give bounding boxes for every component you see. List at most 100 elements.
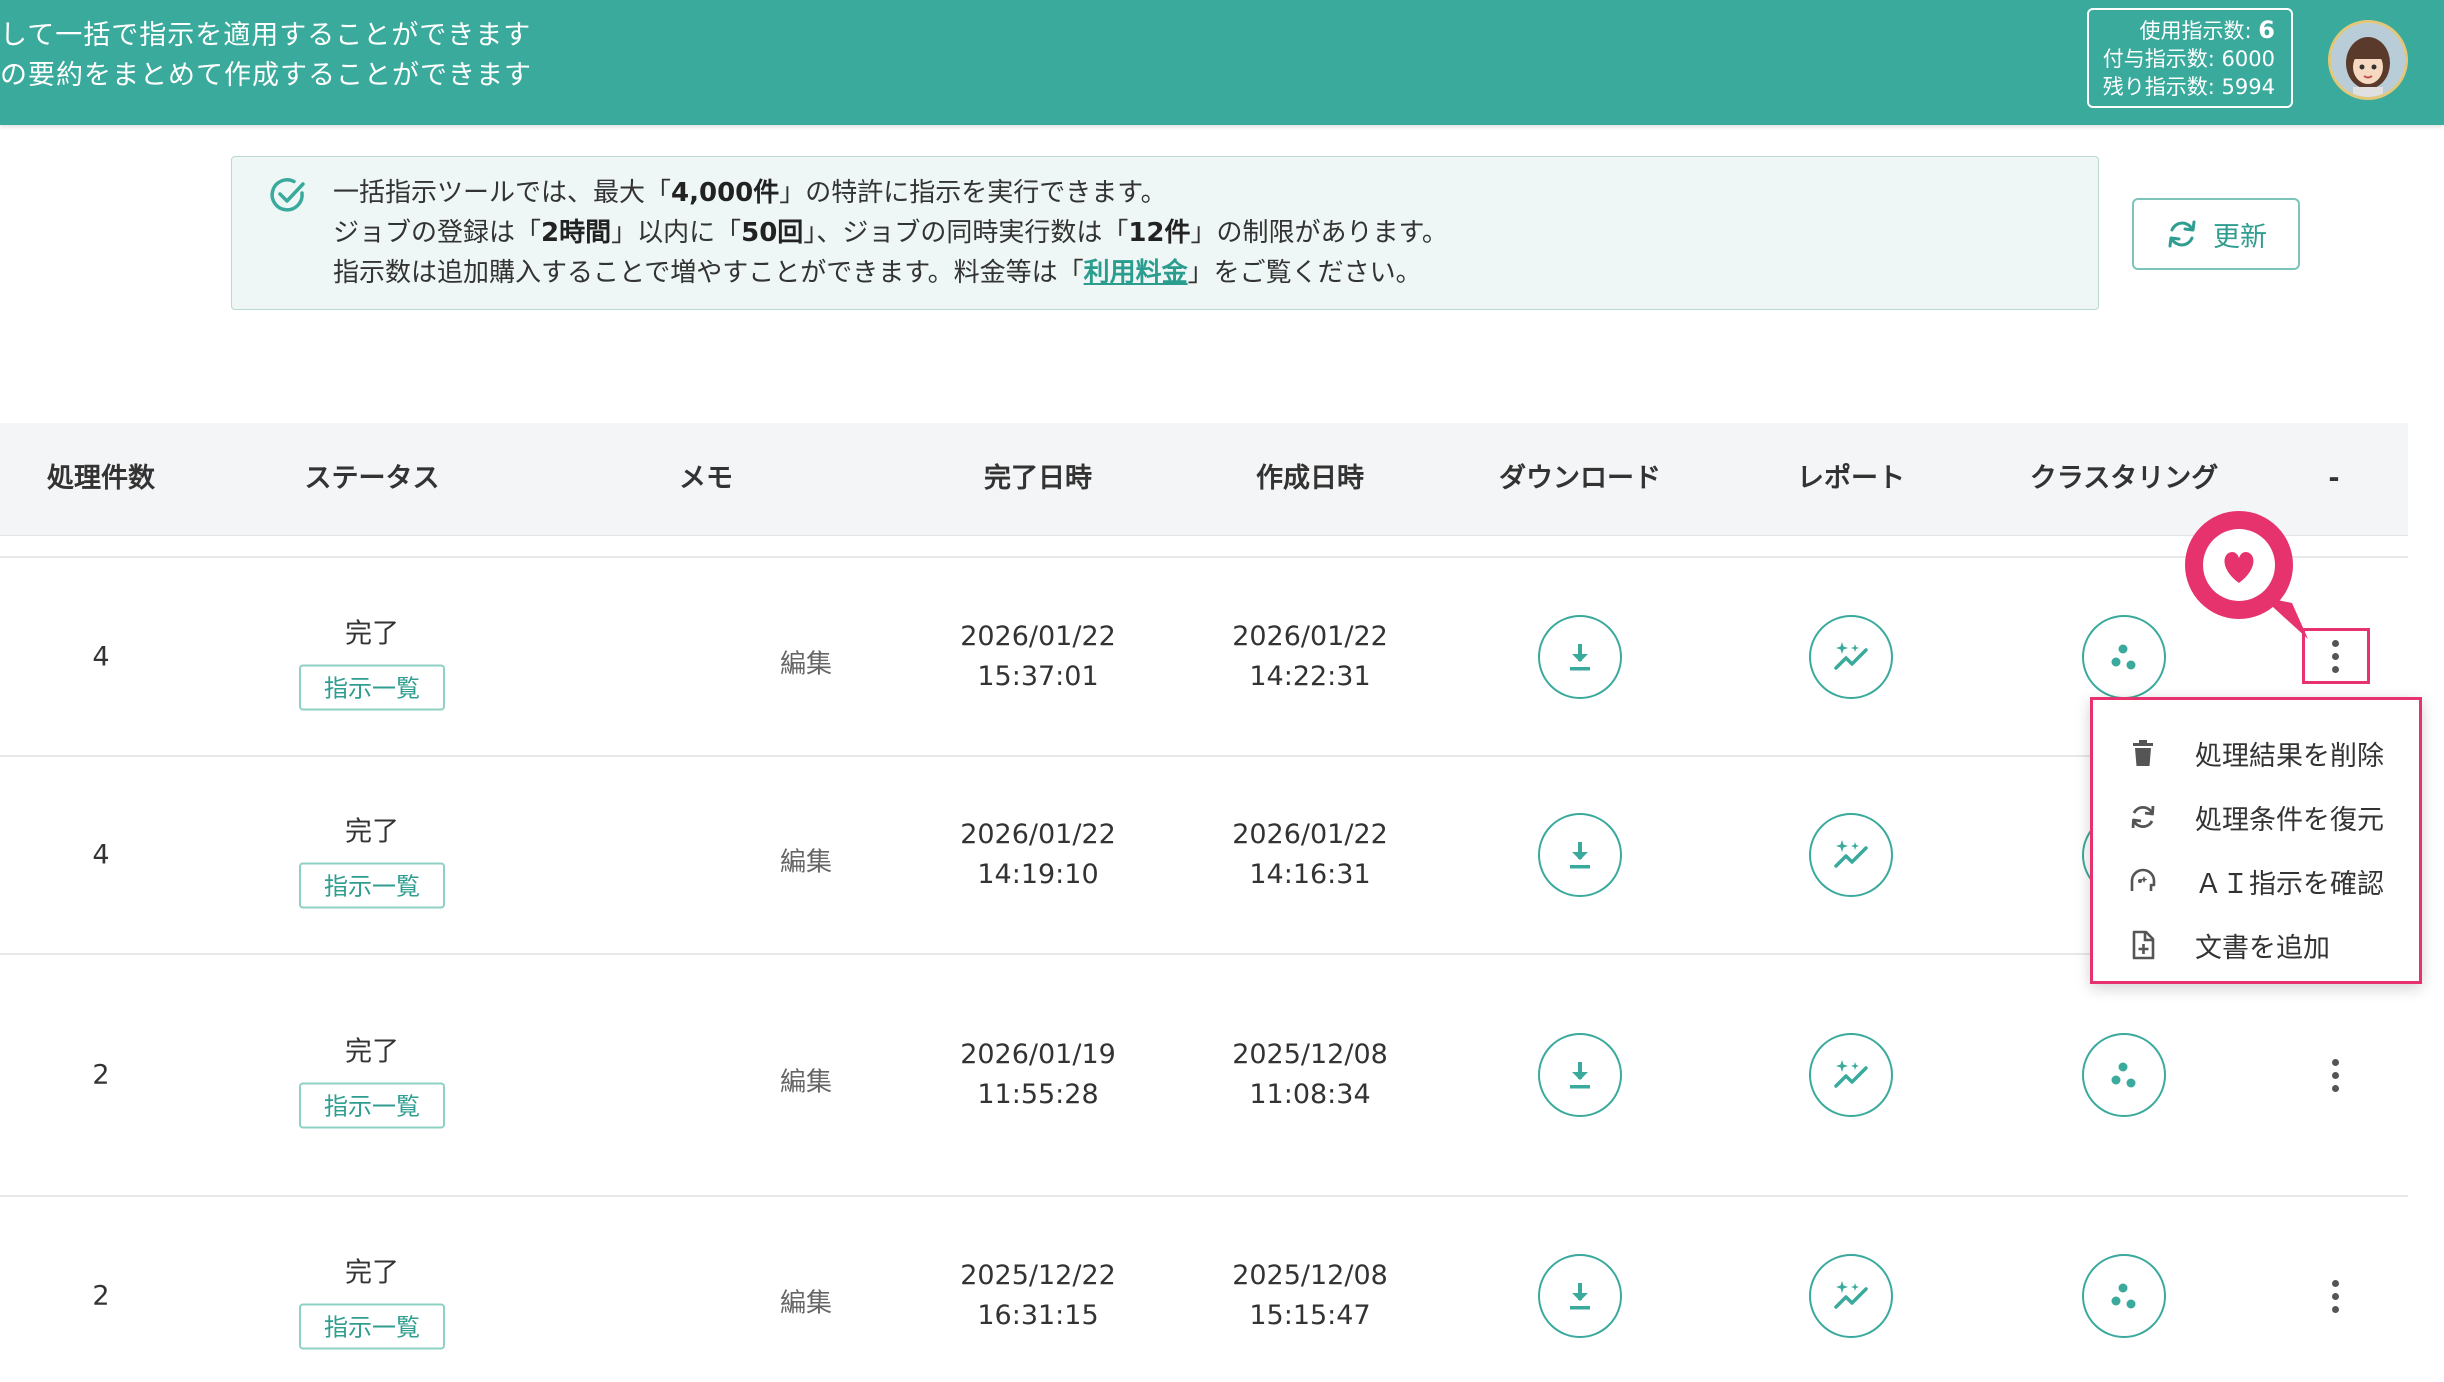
instruction-list-button[interactable]: 指示一覧 bbox=[299, 862, 445, 909]
status-text: 完了 bbox=[345, 1036, 399, 1068]
download-icon bbox=[1570, 644, 1590, 671]
menu-item-check-ai-instruction[interactable]: ＡＩ指示を確認 bbox=[2093, 849, 2419, 913]
more-options-button[interactable] bbox=[2325, 1274, 2345, 1318]
refresh-label: 更新 bbox=[2213, 221, 2267, 253]
clustering-button[interactable] bbox=[2082, 1033, 2166, 1117]
completed-datetime: 2026/01/22 14:19:10 bbox=[960, 819, 1116, 890]
status-text: 完了 bbox=[345, 1257, 399, 1289]
status-text: 完了 bbox=[345, 618, 399, 650]
status-cell: 完了 指示一覧 bbox=[299, 1251, 445, 1350]
header-completed[interactable]: 完了日時 bbox=[984, 423, 1092, 535]
row-divider bbox=[0, 755, 2408, 757]
row-divider bbox=[0, 556, 2408, 558]
clustering-icon bbox=[2111, 644, 2136, 670]
instruction-list-button[interactable]: 指示一覧 bbox=[299, 1303, 445, 1350]
info-notice: 一括指示ツールでは、最大「4,000件」の特許に指示を実行できます。 ジョブの登… bbox=[231, 156, 2099, 310]
download-icon bbox=[1570, 1283, 1590, 1310]
used-label: 使用指示数: bbox=[2139, 19, 2252, 43]
header-report: レポート bbox=[1797, 463, 1905, 494]
download-icon bbox=[1570, 1062, 1590, 1089]
menu-item-delete-result[interactable]: 処理結果を削除 bbox=[2093, 721, 2419, 785]
notice-line-2: ジョブの登録は「2時間」以内に「50回」、ジョブの同時実行数は「12件」の制限が… bbox=[333, 218, 1448, 248]
table-header: 処理件数 ステータス メモ 完了日時 作成日時 ダウンロード レポート クラスタ… bbox=[0, 423, 2408, 536]
clustering-button[interactable] bbox=[2082, 615, 2166, 699]
avatar-face-icon bbox=[2331, 23, 2405, 97]
sparkle-chart-icon bbox=[1834, 642, 1868, 670]
header-created[interactable]: 作成日時 bbox=[1256, 423, 1364, 535]
status-cell: 完了 指示一覧 bbox=[299, 612, 445, 711]
status-cell: 完了 指示一覧 bbox=[299, 1030, 445, 1129]
report-button[interactable] bbox=[1809, 813, 1893, 897]
heart-pointer-icon bbox=[2185, 511, 2308, 639]
remaining-value: 5994 bbox=[2221, 75, 2275, 99]
menu-item-restore-conditions[interactable]: 処理条件を復元 bbox=[2093, 785, 2419, 849]
row-divider bbox=[0, 953, 2408, 955]
user-avatar[interactable] bbox=[2328, 20, 2408, 100]
memo-edit-link[interactable]: 編集 bbox=[780, 842, 832, 879]
instruction-list-button[interactable]: 指示一覧 bbox=[299, 664, 445, 711]
header-more: - bbox=[2328, 463, 2340, 494]
completed-datetime: 2026/01/22 15:37:01 bbox=[960, 621, 1116, 692]
menu-label: 文書を追加 bbox=[2195, 932, 2330, 964]
created-datetime: 2025/12/08 15:15:47 bbox=[1232, 1260, 1388, 1331]
trash-icon bbox=[2133, 740, 2153, 766]
clustering-icon bbox=[2111, 1283, 2136, 1309]
download-icon bbox=[1570, 842, 1590, 869]
sparkle-chart-icon bbox=[1834, 1281, 1868, 1309]
check-circle-icon bbox=[270, 178, 305, 212]
menu-label: ＡＩ指示を確認 bbox=[2195, 868, 2384, 900]
status-text: 完了 bbox=[345, 816, 399, 848]
download-button[interactable] bbox=[1538, 1254, 1622, 1338]
ai-icon bbox=[2130, 868, 2156, 891]
usage-counter: 使用指示数: 6 付与指示数: 6000 残り指示数: 5994 bbox=[2087, 8, 2293, 108]
download-button[interactable] bbox=[1538, 813, 1622, 897]
add-document-icon bbox=[2132, 930, 2155, 960]
header-count[interactable]: 処理件数 bbox=[47, 423, 155, 535]
header-memo[interactable]: メモ bbox=[679, 423, 733, 535]
used-value: 6 bbox=[2258, 16, 2275, 44]
memo-edit-link[interactable]: 編集 bbox=[780, 1283, 832, 1320]
row-count: 2 bbox=[92, 1280, 110, 1312]
created-datetime: 2025/12/08 11:08:34 bbox=[1232, 1039, 1388, 1110]
pricing-link[interactable]: 利用料金 bbox=[1084, 258, 1188, 288]
row-divider bbox=[0, 1195, 2408, 1197]
refresh-icon bbox=[2168, 220, 2196, 248]
download-button[interactable] bbox=[1538, 615, 1622, 699]
report-button[interactable] bbox=[1809, 1033, 1893, 1117]
memo-edit-link[interactable]: 編集 bbox=[780, 1062, 832, 1099]
row-count: 2 bbox=[92, 1059, 110, 1091]
sparkle-chart-icon bbox=[1834, 840, 1868, 868]
completed-datetime: 2026/01/19 11:55:28 bbox=[960, 1039, 1116, 1110]
clustering-icon bbox=[2111, 1062, 2136, 1088]
header-desc-line1: 対して一括で指示を適用することができます bbox=[0, 20, 532, 51]
notice-line-3: 指示数は追加購入することで増やすことができます。料金等は「利用料金」をご覧くださ… bbox=[333, 258, 1422, 288]
granted-value: 6000 bbox=[2221, 47, 2275, 71]
notice-line-1: 一括指示ツールでは、最大「4,000件」の特許に指示を実行できます。 bbox=[333, 178, 1167, 208]
memo-edit-link[interactable]: 編集 bbox=[780, 644, 832, 681]
more-options-button[interactable] bbox=[2325, 1053, 2345, 1097]
download-button[interactable] bbox=[1538, 1033, 1622, 1117]
sparkle-chart-icon bbox=[1834, 1060, 1868, 1088]
header-download: ダウンロード bbox=[1499, 463, 1661, 494]
created-datetime: 2026/01/22 14:16:31 bbox=[1232, 819, 1388, 890]
row-count: 4 bbox=[92, 839, 110, 871]
row-actions-menu: 処理結果を削除 処理条件を復元 ＡＩ指示を確認 文書を追加 bbox=[2090, 697, 2422, 984]
status-cell: 完了 指示一覧 bbox=[299, 810, 445, 909]
header-status[interactable]: ステータス bbox=[305, 423, 440, 535]
restore-icon bbox=[2131, 805, 2155, 829]
refresh-button[interactable]: 更新 bbox=[2132, 198, 2300, 270]
granted-label: 付与指示数: bbox=[2102, 47, 2215, 71]
report-button[interactable] bbox=[1809, 1254, 1893, 1338]
menu-label: 処理結果を削除 bbox=[2195, 740, 2384, 772]
created-datetime: 2026/01/22 14:22:31 bbox=[1232, 621, 1388, 692]
report-button[interactable] bbox=[1809, 615, 1893, 699]
header-desc-line2: 件の要約をまとめて作成することができます bbox=[0, 60, 532, 91]
menu-item-add-document[interactable]: 文書を追加 bbox=[2093, 913, 2419, 977]
clustering-button[interactable] bbox=[2082, 1254, 2166, 1338]
header-description: 対して一括で指示を適用することができます 件の要約をまとめて作成することができま… bbox=[0, 16, 532, 96]
completed-datetime: 2025/12/22 16:31:15 bbox=[960, 1260, 1116, 1331]
menu-label: 処理条件を復元 bbox=[2195, 804, 2384, 836]
remaining-label: 残り指示数: bbox=[2102, 75, 2215, 99]
instruction-list-button[interactable]: 指示一覧 bbox=[299, 1082, 445, 1129]
row-count: 4 bbox=[92, 641, 110, 673]
